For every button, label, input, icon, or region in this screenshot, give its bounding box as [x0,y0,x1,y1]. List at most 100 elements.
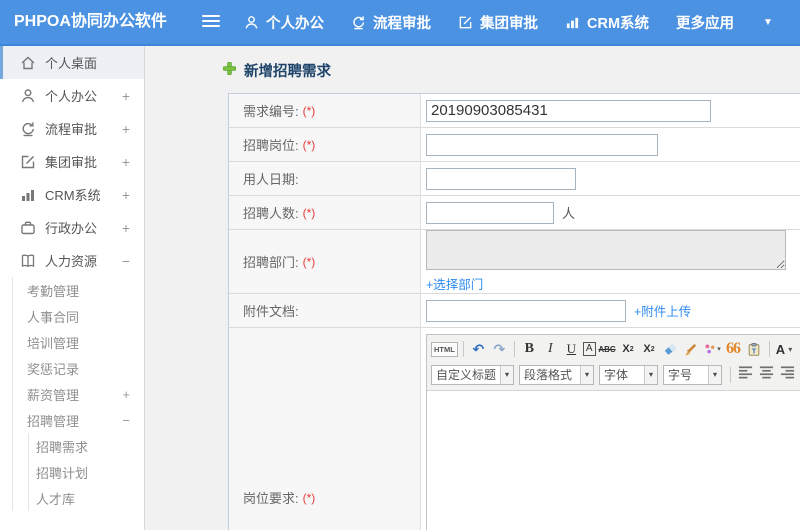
required-mark: (*) [302,254,316,269]
headcount-input[interactable] [426,201,554,224]
form-row-headcount: 招聘人数: (*) 人 [229,196,800,230]
process-icon [20,121,36,137]
strikethrough-button[interactable]: ABC [598,339,617,359]
demand-number-input[interactable] [426,99,711,122]
department-textarea[interactable] [426,230,786,270]
hr-submenu: 考勤管理 人事合同 培训管理 奖惩记录 薪资管理 + 招聘管理 − 招聘需求 招聘计… [12,277,144,511]
sidebar-item-hr-contract[interactable]: 人事合同 [13,303,144,329]
bar-chart-icon [565,15,580,30]
caret-down-icon[interactable]: ▼ [763,17,773,28]
font-family-select[interactable]: 字体 ▾ [599,364,659,385]
sidebar-item-rewards[interactable]: 奖惩记录 [13,355,144,381]
align-right-icon[interactable] [780,365,795,384]
sidebar-item-talent-pool[interactable]: 人才库 [29,485,144,511]
sidebar: 个人桌面 个人办公 + 流程审批 + 集团审批 + CRM系统 + 行政办公 +… [0,46,145,530]
collapse-minus-icon[interactable]: − [122,253,130,269]
sidebar-item-crm-system[interactable]: CRM系统 + [0,178,144,211]
collapse-minus-icon[interactable]: − [122,413,130,428]
editor-toolbar: HTML ↶ ↷ B I U A ABC X2 X2 ▾ 66 T A ▾ 自定… [427,335,800,391]
user-icon [20,88,36,104]
align-left-icon[interactable] [738,365,753,384]
briefcase-icon [20,220,36,236]
caret-down-icon: ▾ [580,365,594,384]
expand-plus-icon[interactable]: + [122,220,130,236]
nav-process-approval[interactable]: 流程审批 [351,12,431,33]
remove-format-icon[interactable]: ▾ [703,339,722,359]
field-label: 附件文档: [243,304,299,319]
expand-plus-icon[interactable]: + [122,387,130,402]
paste-text-icon[interactable]: T [745,339,764,359]
recruit-submenu: 招聘需求 招聘计划 人才库 [28,433,144,511]
expand-plus-icon[interactable]: + [122,154,130,170]
form-row-demand-number: 需求编号: (*) [229,94,800,128]
required-mark: (*) [302,103,316,118]
subscript-button[interactable]: X2 [640,339,659,359]
recruit-demand-form: 需求编号: (*) 招聘岗位: (*) 用人日期: [228,93,800,530]
sidebar-item-attendance[interactable]: 考勤管理 [13,277,144,303]
hire-date-input[interactable] [426,167,576,190]
sidebar-item-training[interactable]: 培训管理 [13,329,144,355]
app-logo: PHPOA协同办公软件 [14,13,167,30]
form-row-hire-date: 用人日期: [229,162,800,196]
sidebar-item-salary[interactable]: 薪资管理 + [13,381,144,407]
caret-down-icon: ▾ [644,365,658,384]
redo-icon[interactable]: ↷ [490,339,509,359]
superscript-button[interactable]: X2 [619,339,638,359]
align-center-icon[interactable] [759,365,774,384]
process-icon [351,15,366,30]
undo-icon[interactable]: ↶ [469,339,488,359]
position-input[interactable] [426,133,658,156]
sidebar-item-human-resources[interactable]: 人力资源 − [0,244,144,277]
font-color-button[interactable]: A ▾ [775,339,794,359]
menu-toggle-icon[interactable] [202,15,220,29]
format-painter-icon[interactable] [682,339,701,359]
upload-attachment-link[interactable]: +附件上传 [634,301,691,320]
attachment-input[interactable] [426,299,626,322]
svg-text:T: T [752,346,757,355]
nav-crm-system[interactable]: CRM系统 [565,12,649,33]
sidebar-item-recruit-plan[interactable]: 招聘计划 [29,459,144,485]
sidebar-item-personal-desktop[interactable]: 个人桌面 [0,46,144,79]
select-department-link[interactable]: +选择部门 [426,274,483,293]
form-row-attachment: 附件文档: +附件上传 [229,294,800,328]
custom-title-select[interactable]: 自定义标题 ▾ [431,364,515,385]
field-label: 招聘部门: [243,255,299,270]
form-row-department: 招聘部门: (*) +选择部门 [229,230,800,294]
nav-more-apps[interactable]: 更多应用 [676,12,734,33]
expand-plus-icon[interactable]: + [122,88,130,104]
nav-personal-office[interactable]: 个人办公 [244,12,324,33]
user-icon [244,15,259,30]
expand-plus-icon[interactable]: + [122,187,130,203]
font-style-button[interactable]: A [582,342,596,356]
html-source-button[interactable]: HTML [431,341,458,357]
green-plus-icon [222,61,237,80]
form-row-requirements: 岗位要求: (*) HTML ↶ ↷ B I U A ABC X 2 X 2 ▾… [229,328,800,530]
italic-button[interactable]: I [541,339,560,359]
editor-content-area[interactable] [427,391,800,530]
sidebar-item-group-approval[interactable]: 集团审批 + [0,145,144,178]
unit-suffix: 人 [562,206,576,221]
top-header: PHPOA协同办公软件 个人办公 流程审批 集团审批 CRM系统 更多应用 ▼ [0,0,800,46]
field-label: 岗位要求: [243,491,299,506]
expand-plus-icon[interactable]: + [122,121,130,137]
form-row-position: 招聘岗位: (*) [229,128,800,162]
required-mark: (*) [302,490,316,505]
sidebar-item-process-approval[interactable]: 流程审批 + [0,112,144,145]
sidebar-item-recruit-mgmt[interactable]: 招聘管理 − [13,407,144,433]
required-mark: (*) [302,205,316,220]
eraser-icon[interactable] [661,339,680,359]
nav-group-approval[interactable]: 集团审批 [458,12,538,33]
top-nav: 个人办公 流程审批 集团审批 CRM系统 更多应用 ▼ [244,0,773,44]
sidebar-item-admin-office[interactable]: 行政办公 + [0,211,144,244]
field-label: 招聘人数: [243,206,299,221]
font-size-select[interactable]: 字号 ▾ [663,364,723,385]
caret-down-icon: ▾ [708,365,722,384]
paragraph-format-select[interactable]: 段落格式 ▾ [519,364,595,385]
underline-button[interactable]: U [562,339,581,359]
alignment-group [738,365,800,384]
bar-chart-icon [20,187,36,203]
sidebar-item-personal-office[interactable]: 个人办公 + [0,79,144,112]
bold-button[interactable]: B [520,339,539,359]
sidebar-item-recruit-demand[interactable]: 招聘需求 [29,433,144,459]
blockquote-button[interactable]: 66 [724,339,743,359]
